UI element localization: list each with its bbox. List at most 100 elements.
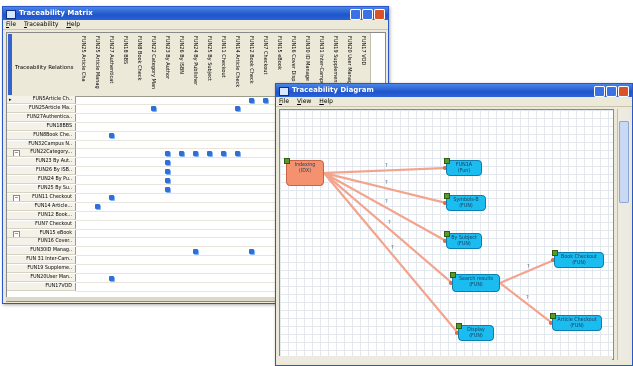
row-header[interactable]: FUN24 By Pu..: [7, 176, 76, 185]
trace-link-icon[interactable]: [193, 248, 198, 254]
column-header[interactable]: FUN22 Category Man: [146, 33, 161, 97]
column-header[interactable]: FUN25 Article Cha: [76, 33, 91, 97]
trace-link-icon[interactable]: [165, 168, 170, 174]
trace-link-icon[interactable]: [109, 195, 114, 201]
maximize-button[interactable]: [606, 86, 617, 97]
menu-file[interactable]: File: [6, 20, 16, 29]
diagram-node[interactable]: Symbols-B (FUN): [444, 193, 486, 211]
row-header[interactable]: − FUN15 eBook: [7, 229, 76, 238]
diagram-node[interactable]: By Subject (FUN): [444, 231, 482, 249]
matrix-title-bar[interactable]: Traceability Matrix: [3, 7, 388, 20]
node-handle-icon[interactable]: [284, 158, 290, 164]
scroll-thumb[interactable]: [619, 121, 629, 203]
column-header[interactable]: FUN11 Checkout: [216, 33, 231, 97]
row-header[interactable]: FUN14 Article...: [7, 202, 76, 211]
row-header[interactable]: FUN7 Checkout: [7, 220, 76, 229]
row-header[interactable]: FUN20User Man..: [7, 274, 76, 282]
diagram-node[interactable]: Indexing (IDX): [284, 158, 324, 186]
column-header[interactable]: FUN8 Book Check: [132, 33, 147, 97]
column-header[interactable]: FUN23 By Author: [160, 33, 175, 97]
diagram-node[interactable]: Display (FUN): [456, 323, 494, 341]
column-header[interactable]: FUN25 Article Manag: [90, 33, 105, 97]
trace-link-icon[interactable]: [151, 106, 156, 112]
diagram-title-bar[interactable]: Traceability Diagram: [276, 84, 632, 97]
diagram-node[interactable]: Book Checkout (FUN): [552, 250, 604, 268]
trace-link-icon[interactable]: [249, 97, 254, 103]
column-header[interactable]: FUN18 BBS: [118, 33, 133, 97]
node-handle-icon[interactable]: [444, 158, 450, 164]
trace-link-icon[interactable]: [193, 150, 198, 156]
trace-link-icon[interactable]: [165, 159, 170, 165]
node-handle-icon[interactable]: [550, 313, 556, 319]
trace-edge[interactable]: [499, 282, 553, 324]
menu-traceability[interactable]: Traceability: [24, 20, 58, 29]
trace-link-icon[interactable]: [109, 133, 114, 139]
column-header[interactable]: FUN14 Article Check: [230, 33, 245, 97]
row-header[interactable]: − FUN11 Checkout: [7, 193, 76, 202]
row-header[interactable]: − FUN22Category...: [7, 149, 76, 158]
menu-help[interactable]: Help: [319, 97, 333, 106]
trace-edge[interactable]: [323, 166, 447, 175]
trace-link-icon[interactable]: [95, 204, 100, 210]
trace-link-icon[interactable]: [207, 150, 212, 156]
row-header[interactable]: ▸ FUN5Article Ch..: [7, 96, 76, 104]
column-header[interactable]: FUN25 By Subject: [202, 33, 217, 97]
node-handle-icon[interactable]: [450, 272, 456, 278]
row-header[interactable]: FUN 31 Inter-Cam..: [7, 256, 76, 265]
trace-link-icon[interactable]: [179, 150, 184, 156]
row-header[interactable]: FUN8Book Che..: [7, 131, 76, 140]
trace-link-icon[interactable]: [221, 150, 226, 156]
diagram-node[interactable]: FUN1A (Fun): [444, 158, 482, 176]
row-header[interactable]: FUN17VOD: [7, 282, 76, 291]
close-button[interactable]: [374, 9, 385, 20]
row-header[interactable]: FUN27Authentica..: [7, 113, 76, 122]
column-header[interactable]: FUN24 By Publisher: [188, 33, 203, 97]
trace-link-icon[interactable]: [249, 248, 254, 254]
trace-link-icon[interactable]: [165, 150, 170, 156]
diagram-horizontal-scrollbar[interactable]: [279, 356, 612, 362]
node-handle-icon[interactable]: [444, 231, 450, 237]
row-pointer-icon: ▸: [9, 97, 12, 103]
trace-link-icon[interactable]: [165, 177, 170, 183]
minimize-button[interactable]: [350, 9, 361, 20]
node-handle-icon[interactable]: [444, 193, 450, 199]
menu-file[interactable]: File: [279, 97, 289, 106]
column-header[interactable]: FUN12 Book Check: [244, 33, 259, 97]
node-handle-icon[interactable]: [552, 250, 558, 256]
diagram-node[interactable]: Article Checkout (FUN): [550, 313, 602, 331]
trace-edge[interactable]: [323, 172, 459, 334]
row-header[interactable]: FUN30ID Manag..: [7, 247, 76, 256]
trace-link-icon[interactable]: [109, 275, 114, 281]
row-header[interactable]: FUN19 Suppleme..: [7, 265, 76, 274]
node-handle-icon[interactable]: [456, 323, 462, 329]
column-header[interactable]: FUN7 Checkout: [258, 33, 273, 97]
menu-help[interactable]: Help: [66, 20, 80, 29]
maximize-button[interactable]: [362, 9, 373, 20]
row-header[interactable]: FUN25Article Ma..: [7, 104, 76, 113]
diagram-vertical-scrollbar[interactable]: [617, 109, 629, 360]
trace-link-icon[interactable]: [263, 97, 268, 103]
row-header[interactable]: FUN16 Cover..: [7, 238, 76, 247]
menu-view[interactable]: View: [297, 97, 311, 106]
row-header[interactable]: FUN26 By ISB..: [7, 167, 76, 176]
row-header[interactable]: FUN12 Book...: [7, 211, 76, 220]
row-header[interactable]: FUN32Campus N..: [7, 140, 76, 149]
trace-link-icon[interactable]: [235, 150, 240, 156]
collapse-toggle-icon[interactable]: −: [13, 150, 20, 157]
diagram-node[interactable]: Search results (FUN): [450, 272, 500, 292]
column-header[interactable]: FUN26 By ISBN: [174, 33, 189, 97]
row-header[interactable]: FUN18BBS: [7, 122, 76, 131]
trace-link-icon[interactable]: [165, 186, 170, 192]
diagram-canvas[interactable]: ??????? Indexing (IDX) FUN1A (Fun) Symbols-B(…: [279, 109, 614, 360]
trace-link-icon[interactable]: [235, 106, 240, 112]
column-header-label: FUN23 By Author: [164, 36, 170, 80]
collapse-toggle-icon[interactable]: −: [13, 230, 20, 237]
minimize-button[interactable]: [594, 86, 605, 97]
column-header[interactable]: FUN27 Authenticat: [104, 33, 119, 97]
collapse-toggle-icon[interactable]: −: [13, 194, 20, 201]
corner-label: Traceability Relations: [15, 65, 74, 71]
edge-label: ?: [526, 295, 529, 301]
row-header[interactable]: FUN25 By Su..: [7, 185, 76, 193]
close-button[interactable]: [618, 86, 629, 97]
row-header[interactable]: FUN23 By Aut..: [7, 158, 76, 167]
